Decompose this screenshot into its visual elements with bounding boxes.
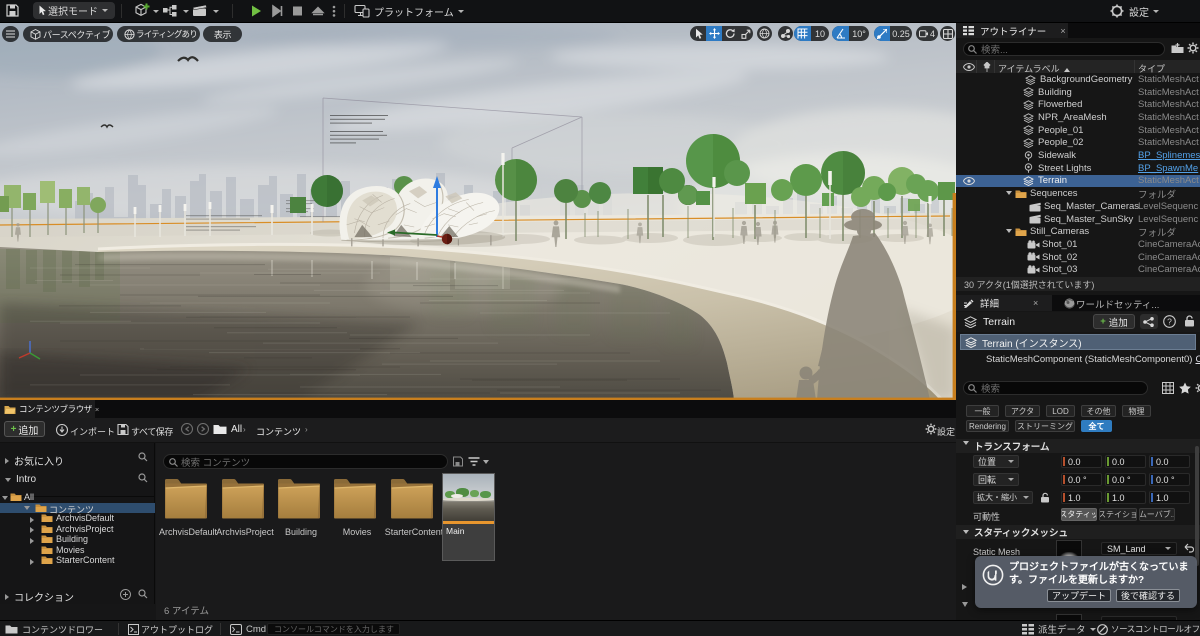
svg-text:?: ? [1167, 317, 1172, 327]
